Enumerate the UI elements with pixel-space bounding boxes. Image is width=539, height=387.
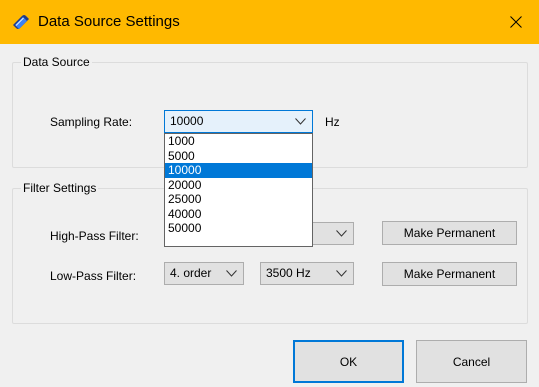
low-pass-make-permanent-button[interactable]: Make Permanent (382, 262, 517, 286)
cancel-button-label: Cancel (452, 354, 491, 369)
high-pass-label: High-Pass Filter: (50, 229, 139, 243)
chevron-down-icon (336, 230, 347, 237)
close-button[interactable] (493, 0, 539, 44)
sampling-rate-label: Sampling Rate: (50, 115, 133, 129)
low-pass-order-value: 4. order (170, 266, 212, 280)
dropdown-option-20000[interactable]: 20000 (165, 178, 312, 193)
ok-button-label: OK (339, 354, 358, 369)
low-pass-freq-value: 3500 Hz (266, 266, 311, 280)
data-source-group-label: Data Source (21, 54, 92, 70)
dropdown-option-50000[interactable]: 50000 (165, 221, 312, 236)
sampling-rate-value: 10000 (170, 114, 204, 128)
ok-button[interactable]: OK (293, 340, 404, 383)
book-icon (13, 15, 29, 29)
high-pass-make-permanent-button[interactable]: Make Permanent (382, 221, 517, 245)
low-pass-make-permanent-label: Make Permanent (403, 267, 496, 281)
low-pass-freq-select[interactable]: 3500 Hz (260, 262, 354, 285)
low-pass-label: Low-Pass Filter: (50, 269, 137, 283)
low-pass-order-select[interactable]: 4. order (164, 262, 244, 285)
dropdown-option-40000[interactable]: 40000 (165, 207, 312, 222)
chevron-down-icon (336, 270, 347, 277)
dropdown-option-5000[interactable]: 5000 (165, 149, 312, 164)
sampling-rate-select[interactable]: 10000 (164, 110, 313, 133)
chevron-down-icon (295, 118, 306, 125)
sampling-rate-unit: Hz (325, 115, 340, 129)
cancel-button[interactable]: Cancel (416, 340, 527, 383)
sampling-rate-dropdown-list: 1000 5000 10000 20000 25000 40000 50000 (164, 133, 313, 247)
window-title: Data Source Settings (38, 13, 180, 30)
filter-settings-group-label: Filter Settings (21, 180, 99, 196)
title-bar: Data Source Settings (0, 0, 539, 44)
high-pass-make-permanent-label: Make Permanent (403, 226, 496, 240)
dropdown-option-10000[interactable]: 10000 (165, 163, 312, 178)
dropdown-option-25000[interactable]: 25000 (165, 192, 312, 207)
chevron-down-icon (226, 270, 237, 277)
close-icon (510, 16, 522, 28)
dropdown-option-1000[interactable]: 1000 (165, 134, 312, 149)
